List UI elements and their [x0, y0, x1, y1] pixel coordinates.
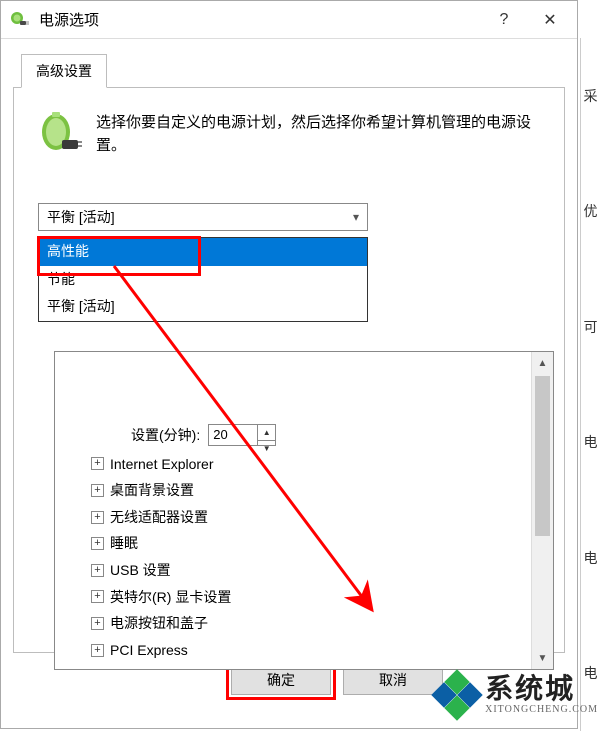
expand-icon[interactable]: + [91, 644, 104, 657]
tree-item-label: 睡眠 [110, 530, 138, 557]
tree-item-wireless-adapter[interactable]: + 无线适配器设置 [63, 504, 553, 531]
tree-item-label: 无线适配器设置 [110, 504, 208, 531]
ok-button-label: 确定 [267, 670, 295, 690]
watermark-text: 系统城 [485, 676, 598, 704]
expand-icon[interactable]: + [91, 564, 104, 577]
spinner-buttons[interactable]: ▲ ▼ [257, 425, 275, 445]
edge-char: 优 [584, 201, 598, 221]
tree-item-sleep[interactable]: + 睡眠 [63, 530, 553, 557]
tree-item-label: 英特尔(R) 显卡设置 [110, 584, 231, 611]
tree-item-internet-explorer[interactable]: + Internet Explorer [63, 451, 553, 478]
tree-item-label: Internet Explorer [110, 451, 214, 478]
tab-bar: 高级设置 [1, 39, 577, 87]
watermark: 系统城 XITONGCHENG.COM [435, 673, 598, 717]
tree-item-power-buttons-lid[interactable]: + 电源按钮和盖子 [63, 610, 553, 637]
tree-item-label: 桌面背景设置 [110, 477, 194, 504]
scroll-thumb[interactable] [535, 376, 550, 536]
window-title: 电源选项 [39, 9, 481, 30]
edge-char: 可 [584, 317, 598, 337]
cancel-button-label: 取消 [379, 670, 407, 690]
expand-icon[interactable]: + [91, 590, 104, 603]
watermark-subtext: XITONGCHENG.COM [485, 704, 598, 715]
help-button[interactable]: ? [481, 2, 527, 38]
tree-item-label: PCI Express [110, 637, 188, 664]
panel-advanced: 选择你要自定义的电源计划，然后选择你希望计算机管理的电源设置。 平衡 [活动] … [13, 87, 565, 653]
chevron-down-icon: ▾ [353, 210, 359, 224]
scroll-down-icon[interactable]: ▼ [532, 647, 553, 669]
expand-icon[interactable]: + [91, 617, 104, 630]
battery-icon [38, 112, 82, 156]
titlebar: 电源选项 ? ✕ [1, 1, 577, 39]
spinner-down-icon[interactable]: ▼ [258, 441, 275, 456]
setting-minutes-row: 设置(分钟): 20 ▲ ▼ [63, 422, 553, 449]
tree-item-pci-express[interactable]: + PCI Express [63, 637, 553, 664]
power-plug-icon [9, 10, 29, 30]
dialog-window: 电源选项 ? ✕ 高级设置 选择你要自定义的电源计划，然后选择你希望计算机管理的… [0, 0, 578, 729]
tree-item-label: 电源按钮和盖子 [110, 610, 208, 637]
close-button[interactable]: ✕ [527, 2, 573, 38]
setting-minutes-label: 设置(分钟): [131, 422, 200, 449]
dropdown-option-balanced[interactable]: 平衡 [活动] [39, 293, 367, 321]
setting-minutes-value: 20 [213, 423, 227, 448]
tree-item-desktop-background[interactable]: + 桌面背景设置 [63, 477, 553, 504]
tree-item-intel-graphics[interactable]: + 英特尔(R) 显卡设置 [63, 584, 553, 611]
spinner-up-icon[interactable]: ▲ [258, 425, 275, 441]
edge-char: 电 [584, 432, 598, 452]
expand-icon[interactable]: + [91, 484, 104, 497]
background-window-edge: 采 优 可 电 电 电 [580, 38, 600, 731]
description-row: 选择你要自定义的电源计划，然后选择你希望计算机管理的电源设置。 [38, 112, 540, 157]
tree-item-usb[interactable]: + USB 设置 [63, 557, 553, 584]
dropdown-option-high-performance[interactable]: 高性能 [39, 238, 367, 266]
description-text: 选择你要自定义的电源计划，然后选择你希望计算机管理的电源设置。 [96, 112, 540, 157]
tree-scrollbar[interactable]: ▲ ▼ [531, 352, 553, 669]
edge-char: 采 [584, 86, 598, 106]
tree-item-label: USB 设置 [110, 557, 171, 584]
watermark-logo-icon [435, 673, 479, 717]
power-plan-dropdown-list[interactable]: 高性能 节能 平衡 [活动] [38, 237, 368, 322]
expand-icon[interactable]: + [91, 511, 104, 524]
expand-icon[interactable]: + [91, 457, 104, 470]
power-plan-dropdown[interactable]: 平衡 [活动] ▾ [38, 203, 368, 231]
setting-minutes-spinner[interactable]: 20 ▲ ▼ [208, 424, 276, 446]
scroll-up-icon[interactable]: ▲ [532, 352, 553, 374]
dropdown-selected-text: 平衡 [活动] [47, 207, 353, 227]
edge-char: 电 [584, 548, 598, 568]
expand-icon[interactable]: + [91, 537, 104, 550]
dropdown-option-power-saver[interactable]: 节能 [39, 266, 367, 294]
settings-tree: 设置(分钟): 20 ▲ ▼ + Internet Explorer + 桌面背景设… [54, 351, 554, 670]
tab-advanced-settings[interactable]: 高级设置 [21, 54, 107, 88]
